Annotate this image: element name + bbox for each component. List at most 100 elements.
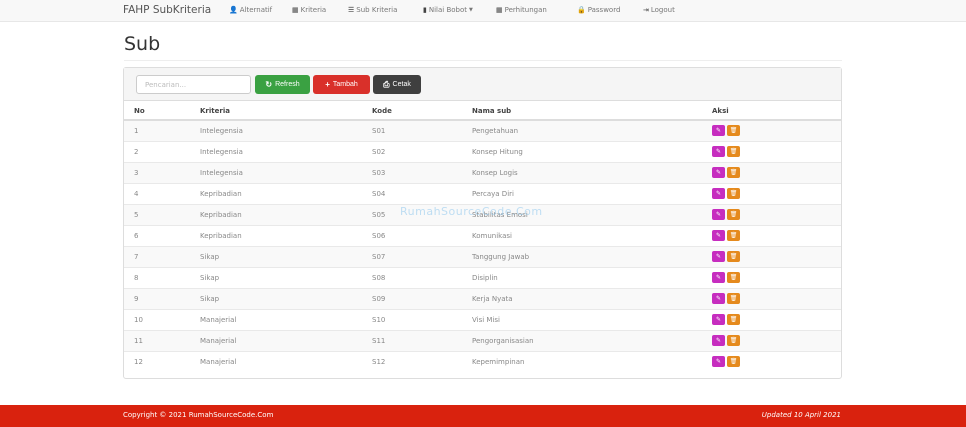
cell-no: 8 — [124, 266, 190, 288]
edit-icon[interactable]: ✎ — [712, 209, 725, 220]
cell-nama-sub: Visi Misi — [462, 308, 702, 330]
cell-aksi: ✎ 🗑 — [702, 161, 841, 183]
cell-nama-sub: Tanggung Jawab — [462, 245, 702, 267]
brand[interactable]: FAHP SubKriteria — [123, 4, 211, 16]
edit-icon[interactable]: ✎ — [712, 335, 725, 346]
cell-kriteria: Intelegensia — [190, 140, 362, 162]
cell-aksi: ✎ 🗑 — [702, 140, 841, 162]
data-panel: ↻ Refresh + Tambah ⎙ Cetak No Kriteria K… — [123, 67, 842, 379]
trash-icon[interactable]: 🗑 — [727, 167, 740, 178]
nav-item-label: Password — [587, 6, 621, 14]
watermark: RumahSourceCode.Com — [400, 205, 543, 218]
print-label: Cetak — [392, 81, 411, 88]
edit-icon[interactable]: ✎ — [712, 146, 725, 157]
cell-no: 6 — [124, 224, 190, 246]
cell-no: 11 — [124, 329, 190, 351]
trash-icon[interactable]: 🗑 — [727, 146, 740, 157]
cell-no: 9 — [124, 287, 190, 309]
column-header-kode: Kode — [362, 102, 462, 121]
cell-aksi: ✎ 🗑 — [702, 329, 841, 351]
cell-kode: S11 — [362, 329, 462, 351]
trash-icon[interactable]: 🗑 — [727, 230, 740, 241]
cell-aksi: ✎ 🗑 — [702, 119, 841, 141]
cell-nama-sub: Percaya Diri — [462, 182, 702, 204]
updated-text: Updated 10 April 2021 — [761, 411, 841, 419]
trash-icon[interactable]: 🗑 — [727, 125, 740, 137]
trash-icon[interactable]: 🗑 — [727, 335, 740, 346]
table-row: 12 Manajerial S12 Kepemimpinan ✎ 🗑 — [124, 350, 841, 372]
cell-no: 2 — [124, 140, 190, 162]
title-divider — [124, 60, 842, 61]
cell-nama-sub: Disiplin — [462, 266, 702, 288]
edit-icon[interactable]: ✎ — [712, 314, 725, 325]
nav-item-label: Perhitungan — [504, 6, 547, 14]
cell-kode: S02 — [362, 140, 462, 162]
trash-icon[interactable]: 🗑 — [727, 356, 740, 368]
cell-kode: S01 — [362, 119, 462, 141]
nav-item-kriteria[interactable]: ▦ Kriteria — [292, 6, 326, 14]
cell-aksi: ✎ 🗑 — [702, 224, 841, 246]
calculator-icon: ▦ — [496, 6, 503, 14]
column-header-aksi: Aksi — [702, 102, 841, 121]
edit-icon[interactable]: ✎ — [712, 125, 725, 137]
trash-icon[interactable]: 🗑 — [727, 272, 740, 283]
edit-icon[interactable]: ✎ — [712, 167, 725, 178]
bar-chart-icon: ▮ — [423, 6, 427, 14]
user-icon: 👤 — [229, 6, 238, 14]
edit-icon[interactable]: ✎ — [712, 272, 725, 283]
refresh-label: Refresh — [275, 81, 300, 88]
cell-kode: S04 — [362, 182, 462, 204]
cell-kode: S03 — [362, 161, 462, 183]
cell-no: 10 — [124, 308, 190, 330]
cell-nama-sub: Kepemimpinan — [462, 350, 702, 372]
cell-no: 4 — [124, 182, 190, 204]
cell-kriteria: Intelegensia — [190, 119, 362, 141]
refresh-button[interactable]: ↻ Refresh — [255, 75, 310, 94]
trash-icon[interactable]: 🗑 — [727, 293, 740, 304]
edit-icon[interactable]: ✎ — [712, 188, 725, 199]
nav-item-label: Logout — [650, 6, 675, 14]
nav-item-nilai-bobot[interactable]: ▮ Nilai Bobot ▼ — [423, 6, 473, 14]
table-row: 6 Kepribadian S06 Komunikasi ✎ 🗑 — [124, 224, 841, 246]
table-row: 7 Sikap S07 Tanggung Jawab ✎ 🗑 — [124, 245, 841, 267]
table-row: 2 Intelegensia S02 Konsep Hitung ✎ 🗑 — [124, 140, 841, 162]
refresh-icon: ↻ — [265, 80, 273, 89]
nav-item-password[interactable]: 🔒 Password — [577, 6, 620, 14]
table-row: 10 Manajerial S10 Visi Misi ✎ 🗑 — [124, 308, 841, 330]
column-header-nama-sub: Nama sub — [462, 102, 702, 121]
list-icon: ☰ — [348, 6, 355, 14]
nav-item-label: Kriteria — [300, 6, 327, 14]
cell-nama-sub: Konsep Hitung — [462, 140, 702, 162]
nav-item-perhitungan[interactable]: ▦ Perhitungan — [496, 6, 547, 14]
cell-aksi: ✎ 🗑 — [702, 266, 841, 288]
edit-icon[interactable]: ✎ — [712, 230, 725, 241]
add-button[interactable]: + Tambah — [313, 75, 370, 94]
trash-icon[interactable]: 🗑 — [727, 188, 740, 199]
cell-kode: S06 — [362, 224, 462, 246]
table-row: 9 Sikap S09 Kerja Nyata ✎ 🗑 — [124, 287, 841, 309]
nav-item-alternatif[interactable]: 👤 Alternatif — [229, 6, 272, 14]
cell-kriteria: Intelegensia — [190, 161, 362, 183]
nav-item-logout[interactable]: ⇥ Logout — [643, 6, 675, 14]
cell-kode: S09 — [362, 287, 462, 309]
search-input[interactable] — [136, 75, 251, 94]
trash-icon[interactable]: 🗑 — [727, 209, 740, 220]
trash-icon[interactable]: 🗑 — [727, 314, 740, 325]
table-row: 11 Manajerial S11 Pengorganisasian ✎ 🗑 — [124, 329, 841, 351]
caret-down-icon: ▼ — [469, 7, 473, 13]
table-row: 8 Sikap S08 Disiplin ✎ 🗑 — [124, 266, 841, 288]
cell-aksi: ✎ 🗑 — [702, 350, 841, 372]
edit-icon[interactable]: ✎ — [712, 251, 725, 262]
edit-icon[interactable]: ✎ — [712, 293, 725, 304]
print-button[interactable]: ⎙ Cetak — [373, 75, 421, 94]
navbar: FAHP SubKriteria 👤 Alternatif ▦ Kriteria… — [0, 0, 966, 22]
sub-table: No Kriteria Kode Nama sub Aksi 1 Intelege… — [124, 102, 841, 372]
nav-item-label: Alternatif — [239, 6, 273, 14]
nav-item-sub-kriteria[interactable]: ☰ Sub Kriteria — [348, 6, 397, 14]
cell-kriteria: Kepribadian — [190, 182, 362, 204]
trash-icon[interactable]: 🗑 — [727, 251, 740, 262]
edit-icon[interactable]: ✎ — [712, 356, 725, 368]
cell-nama-sub: Komunikasi — [462, 224, 702, 246]
cell-no: 3 — [124, 161, 190, 183]
cell-kriteria: Manajerial — [190, 350, 362, 372]
